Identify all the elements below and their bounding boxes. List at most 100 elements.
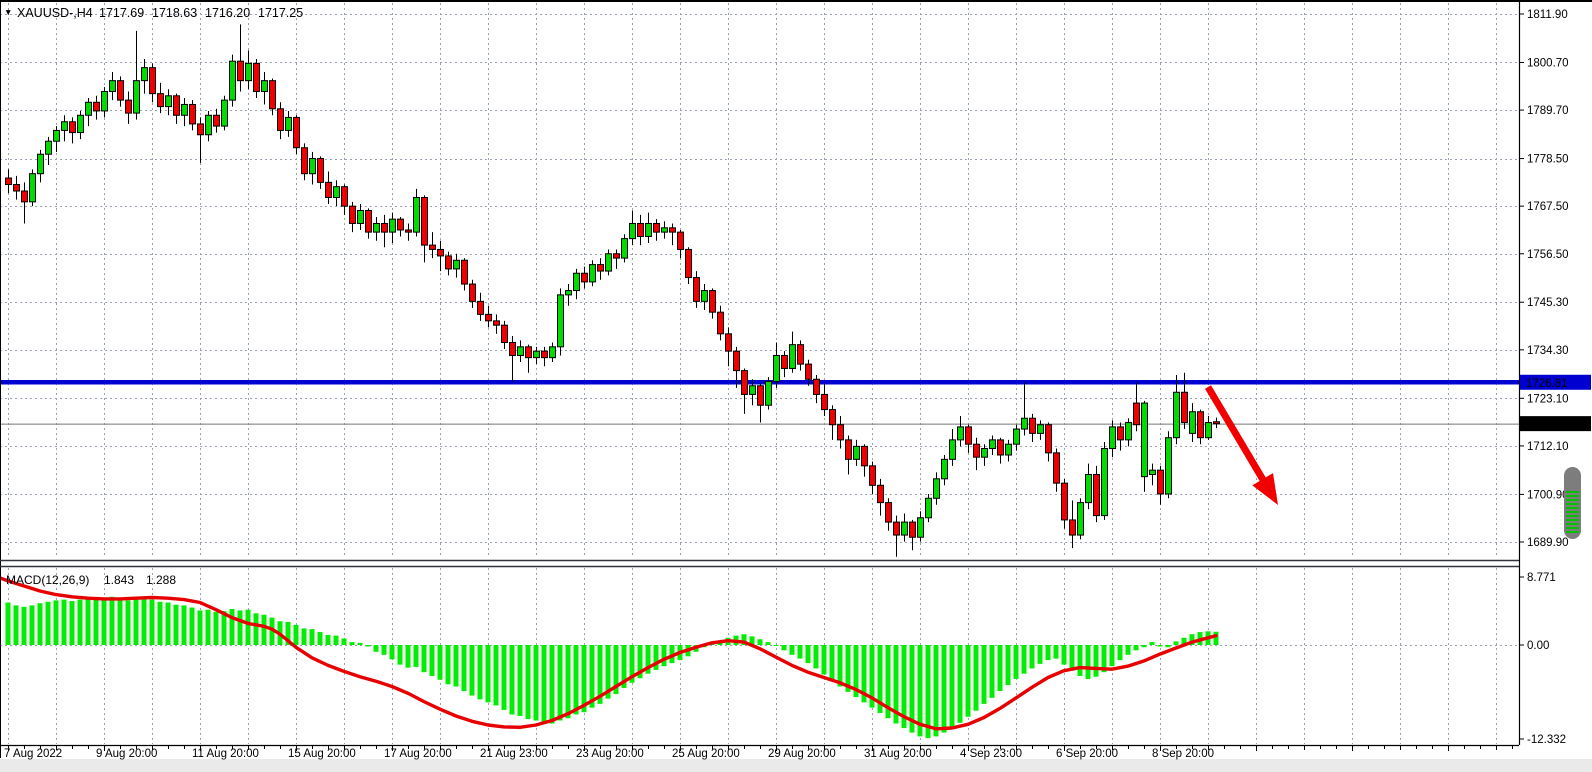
candle-bear bbox=[486, 314, 492, 320]
macd-bar bbox=[950, 645, 955, 728]
ohlc-close: 1717.25 bbox=[258, 6, 303, 20]
candle-bear bbox=[238, 61, 244, 80]
macd-bar bbox=[782, 645, 787, 650]
candle-bull bbox=[958, 427, 964, 440]
candle-bear bbox=[302, 148, 308, 174]
time-axis-label: 21 Aug 23:00 bbox=[480, 748, 548, 760]
candle-bull bbox=[990, 440, 996, 449]
macd-bar bbox=[582, 645, 587, 712]
macd-bar bbox=[150, 600, 155, 645]
macd-bar bbox=[262, 615, 267, 645]
candle-bear bbox=[70, 122, 76, 133]
macd-bar bbox=[1174, 641, 1179, 645]
candle-bull bbox=[982, 449, 988, 458]
macd-bar bbox=[1142, 645, 1147, 647]
price-axis-label: 1700.90 bbox=[1527, 489, 1569, 501]
candle-bear bbox=[974, 444, 980, 457]
macd-bar bbox=[830, 645, 835, 680]
candle-bull bbox=[262, 81, 268, 92]
price-axis-label: 1689.90 bbox=[1527, 537, 1569, 549]
candle-bear bbox=[406, 230, 412, 232]
candle-bear bbox=[278, 109, 284, 131]
candle-bull bbox=[630, 223, 636, 238]
candle-bull bbox=[1142, 403, 1148, 477]
macd-bar bbox=[366, 645, 371, 647]
macd-bar bbox=[542, 645, 547, 723]
candle-bull bbox=[78, 115, 84, 132]
price-axis-label: 1811.90 bbox=[1527, 9, 1568, 21]
candle-bull bbox=[86, 102, 92, 115]
candle-bull bbox=[662, 228, 668, 232]
candle-bull bbox=[46, 141, 52, 154]
candle-bear bbox=[150, 68, 156, 94]
candle-bull bbox=[1174, 392, 1180, 437]
candle-bear bbox=[542, 351, 548, 357]
candle-bear bbox=[254, 63, 260, 91]
candle-bear bbox=[742, 371, 748, 395]
macd-bar bbox=[462, 645, 467, 691]
ohlc-high: 1718.63 bbox=[152, 6, 197, 20]
candle-bull bbox=[550, 347, 556, 358]
macd-bar bbox=[934, 645, 939, 736]
candle-bear bbox=[470, 284, 476, 301]
macd-bar bbox=[1078, 645, 1083, 676]
scroll-indicator[interactable] bbox=[1564, 467, 1581, 539]
time-axis-label: 9 Aug 20:00 bbox=[96, 748, 157, 760]
macd-bar bbox=[110, 597, 115, 645]
macd-bar bbox=[118, 599, 123, 645]
macd-bar bbox=[1094, 645, 1099, 677]
macd-bar bbox=[1062, 645, 1067, 665]
candle-bear bbox=[582, 273, 588, 282]
candle-bull bbox=[286, 117, 292, 130]
candle-bull bbox=[54, 130, 60, 141]
candle-bear bbox=[910, 522, 916, 537]
macd-indicator-label: MACD(12,26,9) bbox=[6, 573, 89, 587]
macd-bar bbox=[102, 597, 107, 645]
candle-bull bbox=[646, 223, 652, 236]
candle-bear bbox=[422, 198, 428, 246]
macd-bar bbox=[342, 639, 347, 645]
candle-bear bbox=[198, 124, 204, 135]
macd-bar bbox=[1070, 645, 1075, 671]
candle-bull bbox=[702, 291, 708, 302]
macd-signal-value: 1.288 bbox=[146, 573, 176, 587]
candle-bear bbox=[6, 178, 12, 184]
candle-bear bbox=[758, 386, 764, 405]
candle-bull bbox=[374, 223, 380, 232]
candle-bear bbox=[326, 182, 332, 197]
candle-bull bbox=[1086, 474, 1092, 502]
candle-bull bbox=[766, 381, 772, 405]
macd-bar bbox=[1014, 645, 1019, 679]
candle-bear bbox=[382, 223, 388, 232]
candle-bear bbox=[1198, 412, 1204, 438]
price-axis-label: 1745.30 bbox=[1527, 297, 1569, 309]
candle-bear bbox=[318, 159, 324, 183]
candle-bull bbox=[558, 295, 564, 347]
candle-bear bbox=[158, 94, 164, 107]
macd-bar bbox=[174, 605, 179, 645]
candle-bull bbox=[30, 174, 36, 202]
pane-splitter[interactable] bbox=[0, 559, 1519, 568]
price-axis-label: 1767.50 bbox=[1527, 201, 1569, 213]
candle-bull bbox=[1014, 429, 1020, 444]
candle-bear bbox=[886, 503, 892, 522]
macd-bar bbox=[1118, 645, 1123, 660]
chart-canvas[interactable]: 1811.901800.701789.701778.501767.501756.… bbox=[0, 0, 1592, 772]
time-axis-label: 11 Aug 20:00 bbox=[192, 748, 259, 760]
candle-bull bbox=[166, 96, 172, 107]
macd-bar bbox=[958, 645, 963, 723]
macd-bar bbox=[326, 635, 331, 645]
candle-bear bbox=[846, 440, 852, 459]
candle-bull bbox=[454, 260, 460, 269]
macd-bar bbox=[1110, 645, 1115, 666]
macd-bar bbox=[134, 598, 139, 645]
candle-bull bbox=[790, 345, 796, 369]
candle-bear bbox=[1094, 474, 1100, 515]
chart-dropdown-icon[interactable]: ▼ bbox=[4, 7, 12, 17]
macd-bar bbox=[406, 645, 411, 668]
time-axis-label: 4 Sep 23:00 bbox=[960, 748, 1022, 760]
candle-bear bbox=[894, 522, 900, 535]
candle-bull bbox=[606, 254, 612, 271]
candle-bull bbox=[246, 63, 252, 80]
macd-bar bbox=[238, 610, 243, 645]
